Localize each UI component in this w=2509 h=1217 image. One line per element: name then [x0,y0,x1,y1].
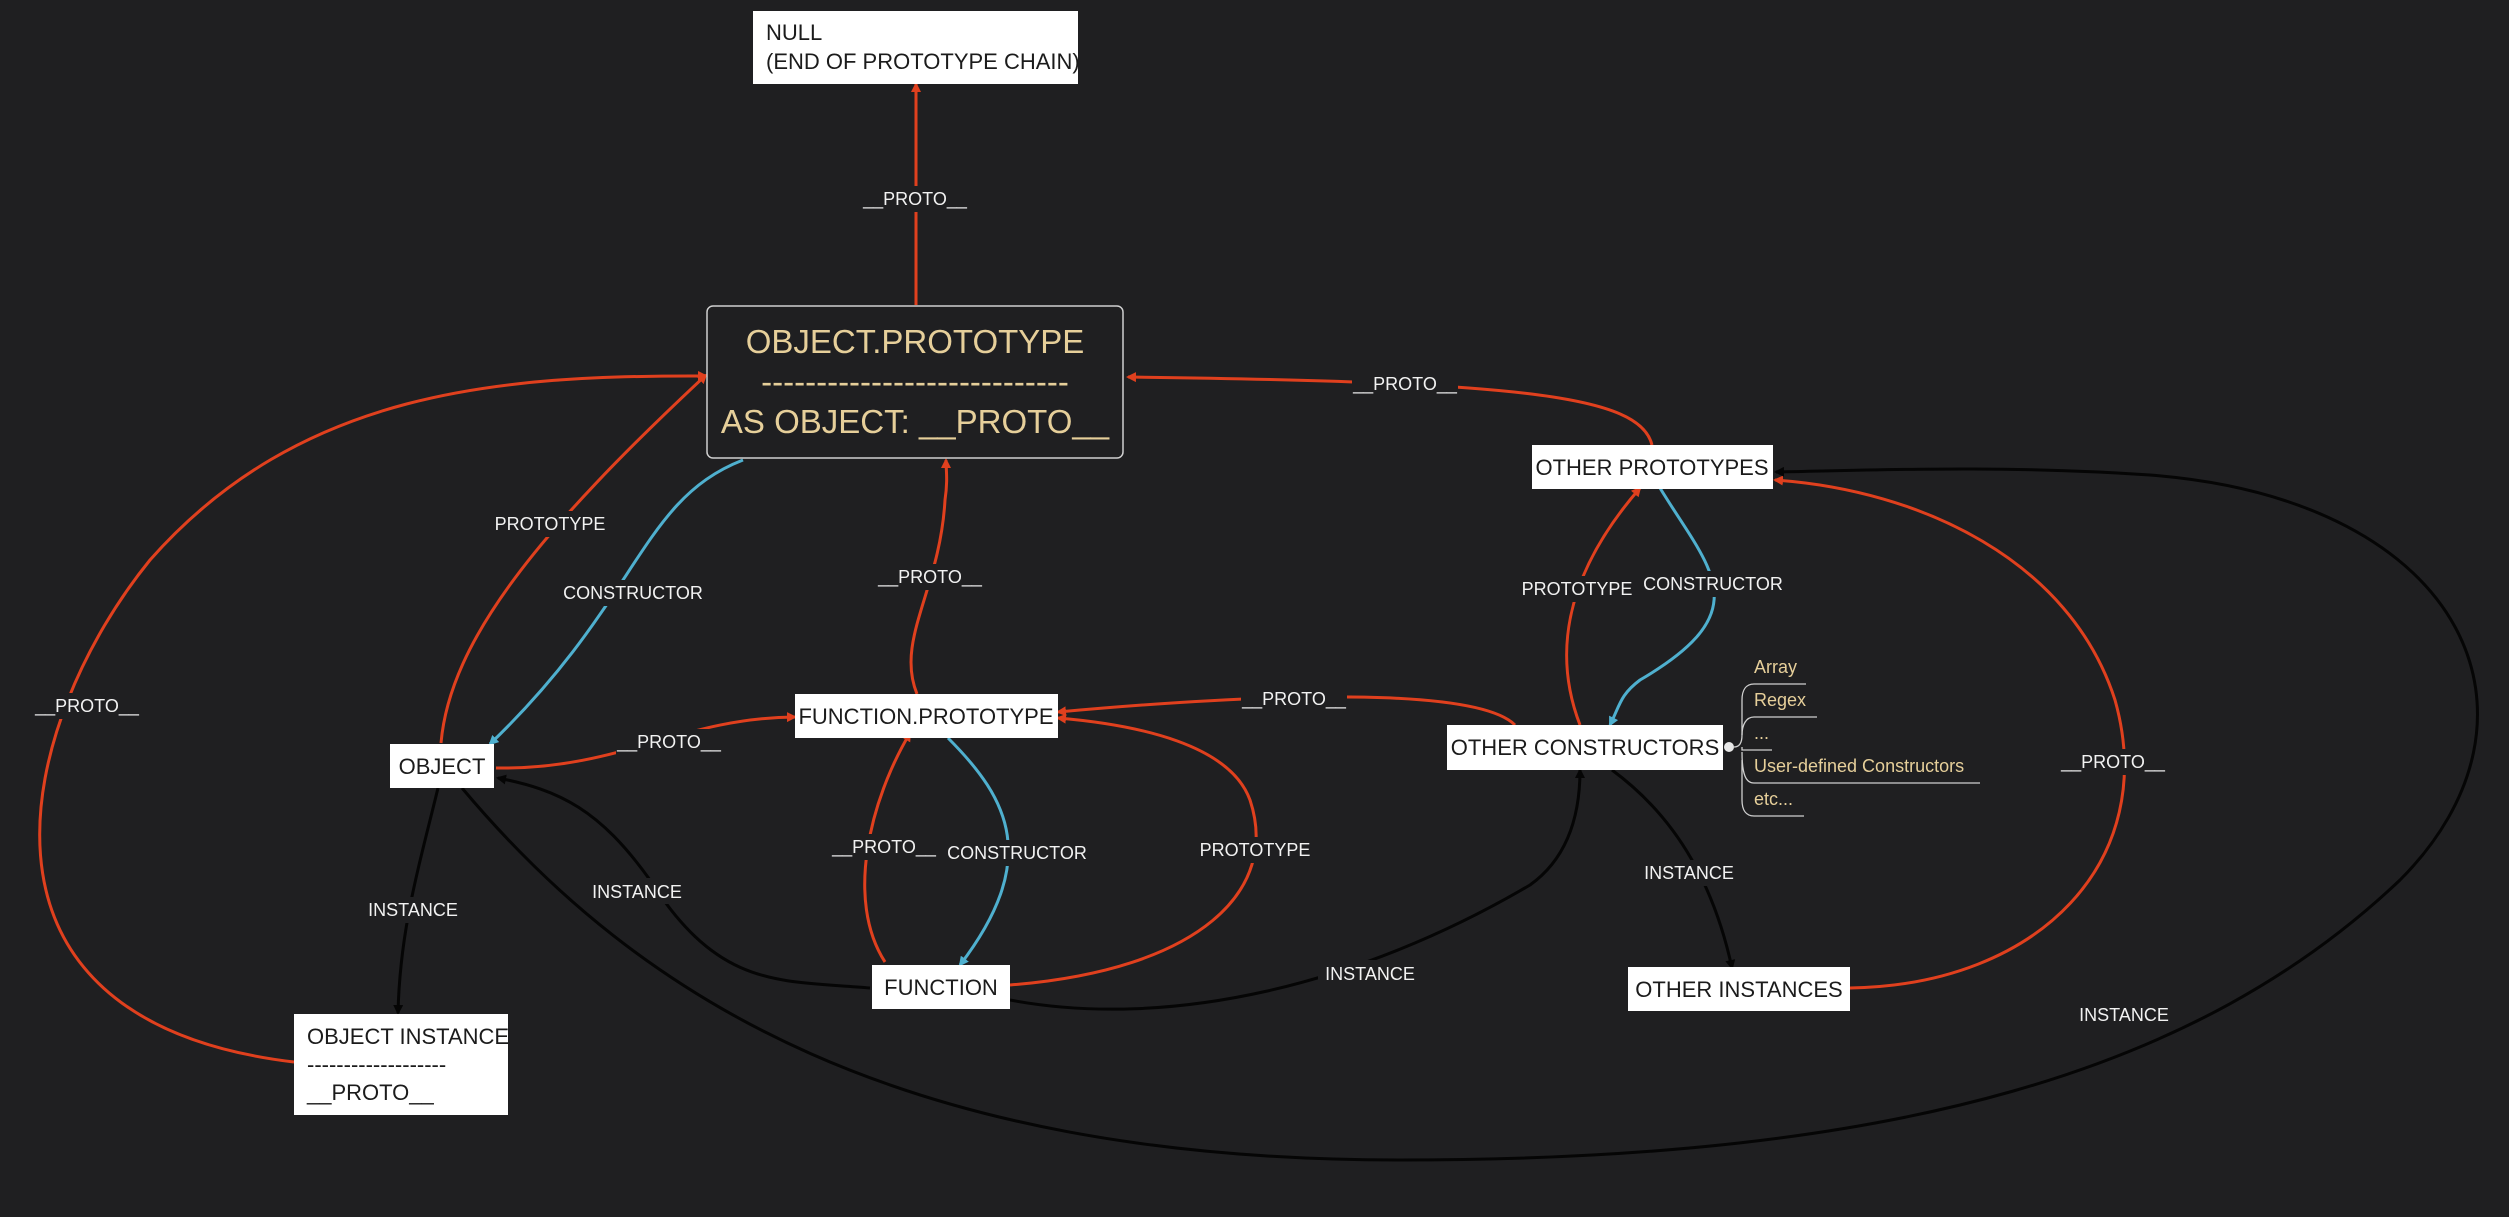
constructor-example-regex: Regex [1754,690,1806,710]
node-other-instances[interactable]: OTHER INSTANCES [1628,967,1850,1011]
edge-label-object-funcproto: __PROTO__ [616,732,722,753]
object-prototype-divider: ---------------------------- [761,363,1069,400]
node-other-constructors-label: OTHER CONSTRUCTORS [1451,735,1720,760]
edge-label-function-prototype: PROTOTYPE [1200,840,1311,860]
edge-label-object-prototype: PROTOTYPE [495,514,606,534]
node-object-instance[interactable]: OBJECT INSTANCE ------------------- __PR… [294,1014,509,1115]
node-object[interactable]: OBJECT [390,744,494,788]
edge-label-object-otherproto-instance: INSTANCE [2079,1005,2169,1025]
node-other-prototypes-label: OTHER PROTOTYPES [1535,455,1768,480]
edge-label-objproto-constructor: CONSTRUCTOR [563,583,703,603]
edge-otherinstances-proto [1773,475,2126,990]
constructor-example-ellipsis: ... [1754,723,1769,743]
node-object-instance-line2: ------------------- [307,1052,446,1077]
prototype-chain-diagram: __PROTO__ __PROTO__ PROTOTYPE CONSTRUCTO… [0,0,2509,1217]
edge-object-prototype [439,373,708,744]
constructor-examples: Array Regex ... User-defined Constructor… [1724,657,1980,817]
node-function-prototype[interactable]: FUNCTION.PROTOTYPE [795,694,1058,738]
edge-label-otherinstances-proto: __PROTO__ [2060,752,2166,773]
edge-label-otherproto-objproto: __PROTO__ [1352,374,1458,395]
node-null[interactable]: NULL (END OF PROTOTYPE CHAIN) [753,11,1080,84]
edge-label-otherctor-funcproto: __PROTO__ [1241,689,1347,710]
edge-label-function-object-instance: INSTANCE [592,882,682,902]
edges [38,82,2479,1162]
node-function[interactable]: FUNCTION [872,965,1010,1009]
constructor-example-array: Array [1754,657,1797,677]
edge-label-funcproto-objproto: __PROTO__ [877,567,983,588]
node-other-instances-label: OTHER INSTANCES [1635,977,1842,1002]
object-prototype-title: OBJECT.PROTOTYPE [746,323,1085,360]
constructor-example-user-defined: User-defined Constructors [1754,756,1964,776]
edge-label-funcproto-constructor: CONSTRUCTOR [947,843,1087,863]
edge-label-instance-proto-outer: __PROTO__ [34,696,140,717]
edge-label-function-otherctor: INSTANCE [1325,964,1415,984]
node-object-instance-line3: __PROTO__ [306,1080,435,1105]
node-object-label: OBJECT [399,754,486,779]
edge-label-object-instance: INSTANCE [368,900,458,920]
edge-object-to-otherproto-instance [460,466,2479,1162]
edge-otherproto-constructor [1608,487,1716,727]
node-object-instance-line1: OBJECT INSTANCE [307,1024,509,1049]
node-function-prototype-label: FUNCTION.PROTOTYPE [798,704,1053,729]
sublist-connector-dot [1724,742,1734,752]
edge-label-objproto-null: __PROTO__ [862,189,968,210]
node-null-line1: NULL [766,20,822,45]
edge-label-otherproto-constructor: CONSTRUCTOR [1643,574,1783,594]
constructor-example-etc: etc... [1754,789,1793,809]
node-function-label: FUNCTION [884,975,998,1000]
node-object-prototype[interactable]: OBJECT.PROTOTYPE -----------------------… [706,305,1124,459]
edge-label-otherctor-prototype: PROTOTYPE [1522,579,1633,599]
edge-label-function-proto: __PROTO__ [831,837,937,858]
node-null-line2: (END OF PROTOTYPE CHAIN) [766,49,1080,74]
node-other-constructors[interactable]: OTHER CONSTRUCTORS [1447,725,1723,770]
object-prototype-subtitle: AS OBJECT: __PROTO__ [721,403,1110,440]
edge-label-otherctor-instances: INSTANCE [1644,863,1734,883]
node-other-prototypes[interactable]: OTHER PROTOTYPES [1532,445,1773,489]
